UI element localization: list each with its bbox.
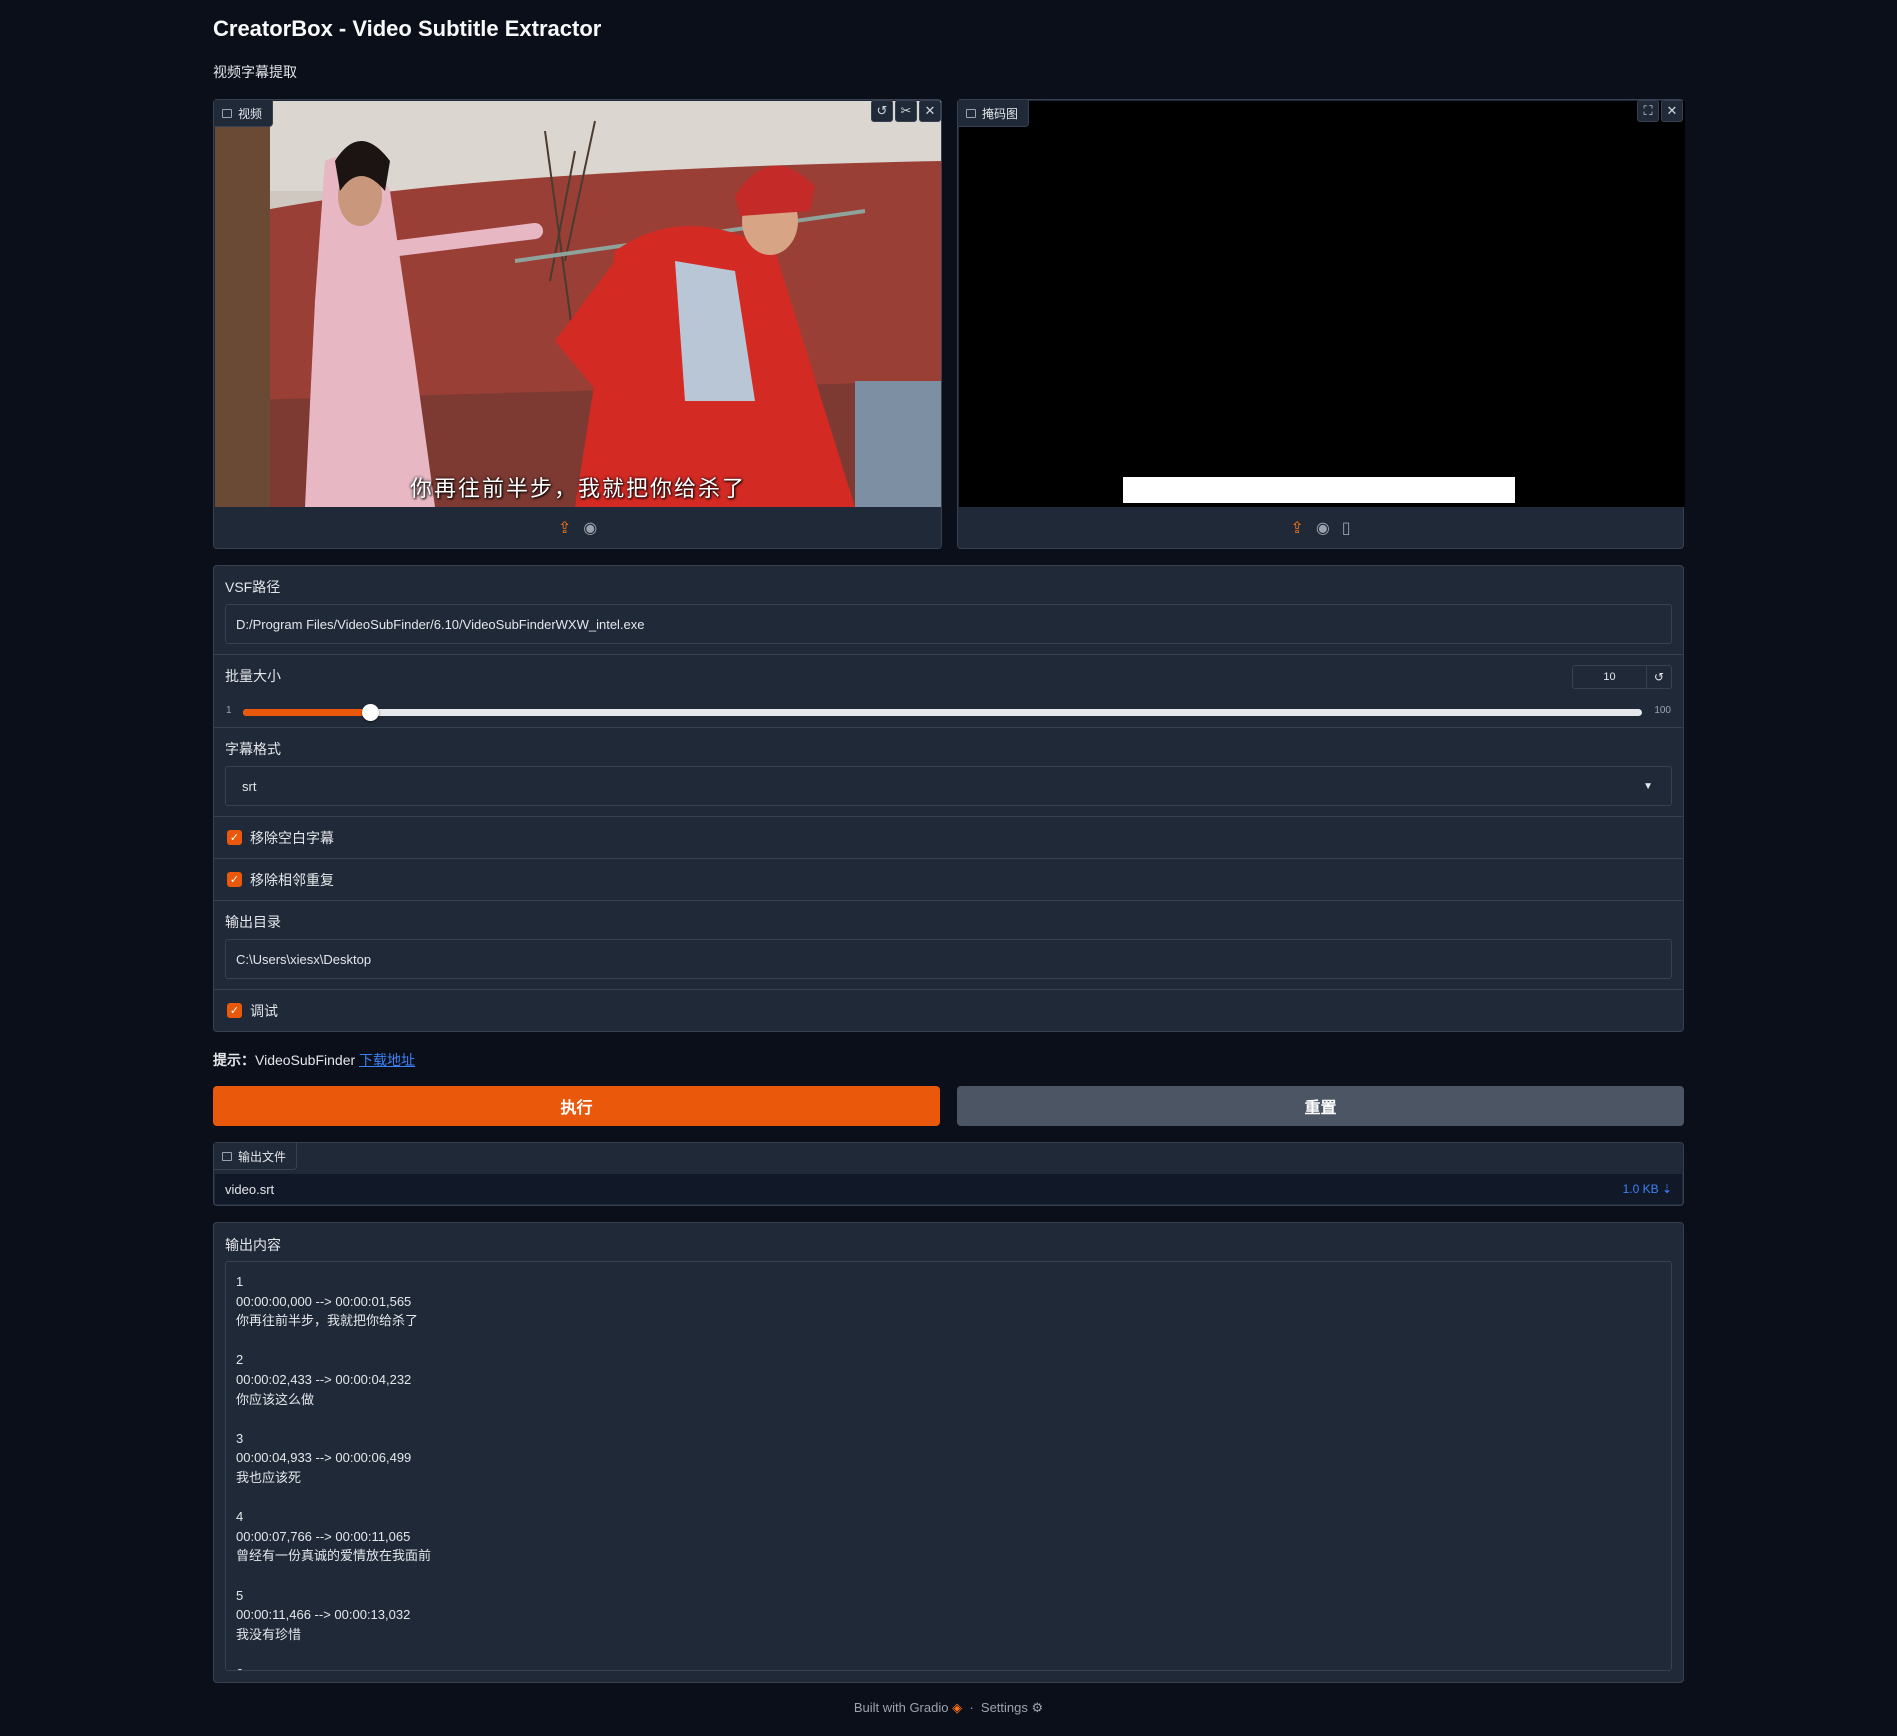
file-icon (222, 1151, 232, 1161)
output-file-panel: 输出文件 video.srt 1.0 KB ⇣ (213, 1142, 1684, 1206)
output-content-panel: 输出内容 1 00:00:00,000 --> 00:00:01,565 你再往… (213, 1222, 1684, 1683)
video-label-text: 视频 (238, 106, 263, 121)
mask-source-bar: ⇪ ◉ ▯ (958, 508, 1683, 548)
scissors-icon[interactable]: ✂ (895, 100, 917, 122)
built-with-link[interactable]: Built with Gradio (854, 1700, 949, 1715)
remove-dup-checkbox[interactable]: ✓ 移除相邻重复 (227, 870, 334, 890)
settings-form: VSF路径 D:/Program Files/VideoSubFinder/6.… (213, 565, 1684, 1032)
mask-label: 掩码图 (958, 100, 1030, 127)
video-frame-image (215, 101, 941, 507)
remove-blank-label: 移除空白字幕 (250, 829, 334, 846)
upload-icon[interactable]: ⇪ (558, 518, 571, 538)
video-corner-buttons: ↺ ✂ ✕ (871, 100, 941, 122)
subtitle-format-row: 字幕格式 srt ▼ (214, 728, 1683, 817)
upload-icon[interactable]: ⇪ (1290, 518, 1303, 538)
slider-max: 100 (1654, 705, 1671, 716)
video-panel: 你再往前半步，我就把你给杀了 视频 ↺ ✂ ✕ ⇪ ◉ (213, 99, 942, 549)
output-dir-input[interactable]: C:\Users\xiesx\Desktop (225, 939, 1672, 979)
hint-prefix: 提示： (213, 1052, 255, 1068)
subtitle-format-label: 字幕格式 (225, 741, 281, 757)
output-file-label: 输出文件 (214, 1143, 298, 1170)
reset-icon[interactable]: ↺ (1646, 666, 1671, 688)
run-button[interactable]: 执行 (213, 1086, 940, 1126)
subtitle-format-dropdown[interactable]: srt ▼ (225, 766, 1672, 806)
output-content-textarea[interactable]: 1 00:00:00,000 --> 00:00:01,565 你再往前半步，我… (225, 1261, 1672, 1671)
page-title: CreatorBox - Video Subtitle Extractor (213, 16, 602, 41)
output-dir-label: 输出目录 (225, 914, 281, 930)
settings-link[interactable]: Settings (981, 1700, 1028, 1715)
chevron-down-icon: ▼ (1643, 780, 1653, 792)
remove-blank-row: ✓ 移除空白字幕 (214, 817, 1683, 859)
mask-subtitle-region (1123, 477, 1515, 503)
hint-line: 提示：VideoSubFinder 下载地址 (213, 1050, 415, 1070)
video-source-bar: ⇪ ◉ (214, 508, 941, 548)
slider-min: 1 (226, 705, 232, 716)
remove-dup-label: 移除相邻重复 (250, 871, 334, 888)
vsf-path-input[interactable]: D:/Program Files/VideoSubFinder/6.10/Vid… (225, 604, 1672, 644)
output-file-label-text: 输出文件 (238, 1149, 287, 1164)
gear-icon: ⚙ (1031, 1700, 1044, 1715)
subtitle-format-value: srt (242, 778, 257, 794)
slider-thumb[interactable] (362, 704, 380, 721)
file-size: 1.0 KB (1622, 1182, 1659, 1196)
mask-panel: 掩码图 ⛶ ✕ ⇪ ◉ ▯ (957, 99, 1685, 549)
file-row[interactable]: video.srt 1.0 KB ⇣ (215, 1174, 1682, 1204)
download-link[interactable]: 下载地址 (359, 1052, 415, 1068)
hint-text: VideoSubFinder (255, 1052, 360, 1068)
mask-corner-buttons: ⛶ ✕ (1637, 100, 1683, 122)
batch-size-number[interactable]: 10 ↺ (1572, 665, 1672, 689)
batch-size-label: 批量大小 (225, 668, 281, 684)
webcam-icon[interactable]: ◉ (1316, 518, 1330, 538)
video-icon (222, 108, 232, 118)
slider-fill (243, 709, 371, 716)
remove-dup-row: ✓ 移除相邻重复 (214, 859, 1683, 901)
batch-size-slider[interactable] (243, 704, 1642, 721)
burned-in-subtitle: 你再往前半步，我就把你给杀了 (409, 477, 746, 502)
undo-icon[interactable]: ↺ (871, 100, 893, 122)
video-preview[interactable]: 你再往前半步，我就把你给杀了 (215, 101, 941, 507)
download-icon: ⇣ (1661, 1182, 1672, 1196)
close-icon[interactable]: ✕ (919, 100, 941, 122)
check-icon[interactable]: ✓ (227, 1003, 242, 1018)
close-icon[interactable]: ✕ (1661, 100, 1683, 122)
mask-image[interactable] (959, 101, 1685, 507)
debug-row: ✓ 调试 (214, 990, 1683, 1031)
file-download[interactable]: 1.0 KB ⇣ (1623, 1182, 1672, 1196)
vsf-path-label: VSF路径 (225, 579, 281, 595)
clipboard-icon[interactable]: ▯ (1342, 518, 1351, 538)
output-dir-row: 输出目录 C:\Users\xiesx\Desktop (214, 901, 1683, 990)
image-icon (966, 108, 976, 118)
page-subtitle: 视频字幕提取 (213, 64, 297, 80)
output-content-label: 输出内容 (225, 1237, 281, 1253)
fullscreen-icon[interactable]: ⛶ (1637, 100, 1659, 122)
webcam-icon[interactable]: ◉ (583, 518, 597, 538)
footer: Built with Gradio ◈ · Settings ⚙ (0, 1700, 1897, 1716)
check-icon[interactable]: ✓ (227, 830, 242, 845)
video-label: 视频 (214, 100, 274, 127)
debug-label: 调试 (250, 1002, 278, 1019)
check-icon[interactable]: ✓ (227, 872, 242, 887)
mask-label-text: 掩码图 (982, 106, 1019, 121)
batch-size-value[interactable]: 10 (1573, 671, 1646, 683)
file-name: video.srt (225, 1181, 275, 1197)
reset-button[interactable]: 重置 (957, 1086, 1684, 1126)
remove-blank-checkbox[interactable]: ✓ 移除空白字幕 (227, 828, 334, 848)
footer-separator: · (969, 1700, 974, 1715)
vsf-path-row: VSF路径 D:/Program Files/VideoSubFinder/6.… (214, 566, 1683, 655)
batch-size-row: 批量大小 10 ↺ 1 100 (214, 655, 1683, 728)
debug-checkbox[interactable]: ✓ 调试 (227, 1001, 278, 1021)
gradio-logo-icon: ◈ (952, 1700, 963, 1715)
